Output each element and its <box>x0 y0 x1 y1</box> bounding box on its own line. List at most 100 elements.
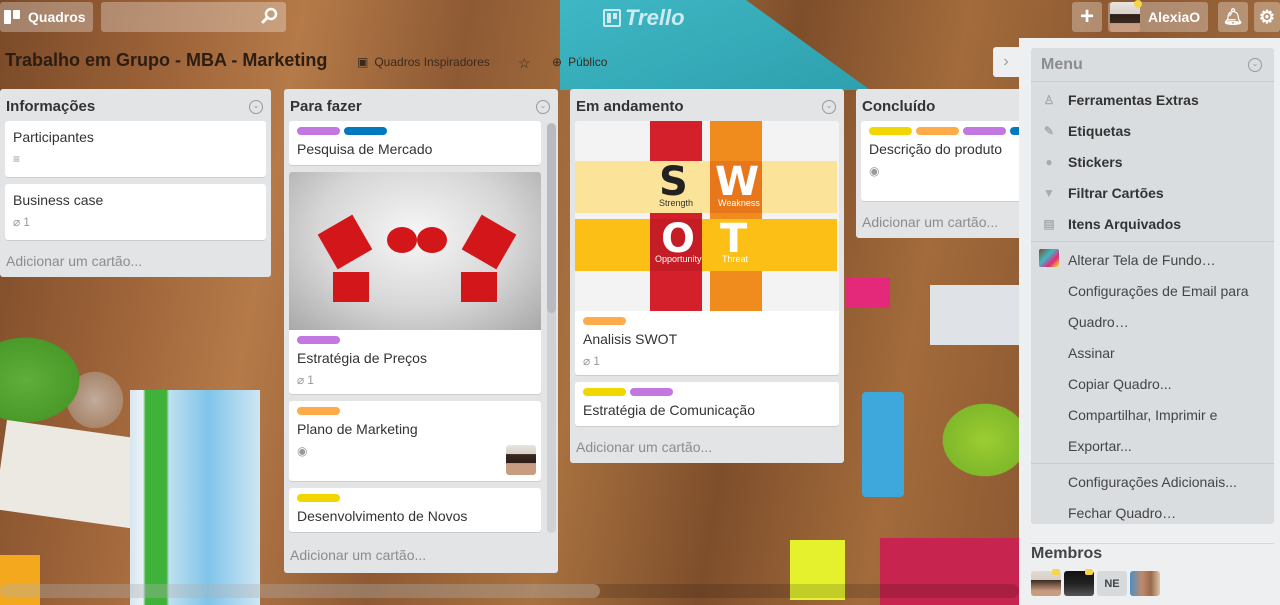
member-avatar[interactable] <box>1064 569 1094 596</box>
add-card-button[interactable]: Adicionar um cartão... <box>284 541 432 571</box>
member-avatar[interactable] <box>1130 571 1160 596</box>
add-card-button[interactable]: Adicionar um cartão... <box>856 208 1019 238</box>
list-scrollbar[interactable] <box>547 123 556 533</box>
attachment-icon: ⌀ <box>583 354 591 368</box>
add-card-button[interactable]: Adicionar um cartão... <box>570 433 844 463</box>
list-title[interactable]: Em andamento <box>576 98 684 115</box>
boards-button[interactable]: Quadros <box>0 2 93 32</box>
menu-item-label: Quadro… <box>1068 313 1129 330</box>
power-ups-icon: ♙ <box>1043 92 1055 107</box>
list-para-fazer: Para fazer ⌄ Pesquisa de Mercado Estraté… <box>284 89 558 573</box>
members-divider <box>1031 543 1274 544</box>
board-sidebar: Menu ⌄ ♙ Ferramentas Extras ✎ Etiquetas ● S… <box>1019 38 1280 605</box>
top-header: Quadros Trello + AlexiaO 🔔︎ ⚙ <box>0 0 1280 34</box>
menu-item-alterar-tela-de-fundo[interactable]: Alterar Tela de Fundo… <box>1031 244 1274 275</box>
add-button[interactable]: + <box>1072 2 1102 32</box>
user-menu-button[interactable]: AlexiaO <box>1108 0 1208 32</box>
menu-item-label: Assinar <box>1068 344 1115 361</box>
list-title[interactable]: Informações <box>6 98 95 115</box>
menu-item-copiar-quadro[interactable]: Copiar Quadro... <box>1031 368 1274 399</box>
card[interactable]: Business case ⌀ 1 <box>5 184 266 240</box>
menu-item-itens-arquivados[interactable]: ▤ Itens Arquivados <box>1031 208 1274 239</box>
label-purple <box>963 127 1006 135</box>
menu-item-label: Ferramentas Extras <box>1068 91 1199 108</box>
admin-crown-icon <box>1085 569 1093 575</box>
logo-text: Trello <box>625 5 685 30</box>
card[interactable]: Estratégia de Comunicação <box>575 382 839 426</box>
background-image <box>930 285 1020 345</box>
label-icon: ✎ <box>1043 123 1055 138</box>
visibility-button[interactable]: ⊕ Público <box>552 55 607 69</box>
list-menu-icon[interactable]: ⌄ <box>249 99 263 114</box>
label-purple <box>630 388 673 396</box>
menu-item-ferramentas-extras[interactable]: ♙ Ferramentas Extras <box>1031 84 1274 115</box>
scroll-thumb[interactable] <box>547 123 556 313</box>
menu-item-configuracoes-email-cont[interactable]: Quadro… <box>1031 306 1274 337</box>
menu-item-configuracoes-adicionais[interactable]: Configurações Adicionais... <box>1031 466 1274 497</box>
sidebar-toggle-button[interactable]: › <box>993 47 1019 77</box>
card-title: Plano de Marketing <box>297 421 418 437</box>
card-cover-image: S Strength W Weakness O Opportunity T Th… <box>575 121 839 311</box>
list-menu-icon[interactable]: ⌄ <box>822 99 836 114</box>
scroll-thumb[interactable] <box>0 584 600 598</box>
sticker-icon: ● <box>1045 154 1053 169</box>
add-card-button[interactable]: Adicionar um cartão... <box>0 247 271 277</box>
trello-logo[interactable]: Trello <box>603 5 685 31</box>
menu-item-label: Configurações Adicionais... <box>1068 473 1237 490</box>
menu-item-compartilhar[interactable]: Compartilhar, Imprimir e <box>1031 399 1274 430</box>
menu-item-stickers[interactable]: ● Stickers <box>1031 146 1274 177</box>
member-avatar[interactable]: NE <box>1097 571 1127 596</box>
label-yellow <box>297 494 340 502</box>
menu-item-configuracoes-email[interactable]: Configurações de Email para <box>1031 275 1274 306</box>
admin-crown-icon <box>1052 569 1060 575</box>
card[interactable]: Pesquisa de Mercado <box>289 121 541 165</box>
globe-icon: ⊕ <box>552 55 563 69</box>
filter-icon: ▼ <box>1043 185 1055 200</box>
board-horizontal-scrollbar[interactable] <box>0 584 1019 598</box>
background-thumbnail-icon <box>1039 249 1059 267</box>
menu-item-etiquetas[interactable]: ✎ Etiquetas <box>1031 115 1274 146</box>
list-title[interactable]: Para fazer <box>290 98 362 115</box>
menu-item-filtrar-cartoes[interactable]: ▼ Filtrar Cartões <box>1031 177 1274 208</box>
card[interactable]: Descrição do produto ◉ <box>861 121 1019 201</box>
username: AlexiaO <box>1148 9 1201 25</box>
menu-item-label: Exportar... <box>1068 437 1132 454</box>
members-title: Membros <box>1031 545 1103 562</box>
menu-item-label: Fechar Quadro… <box>1068 504 1177 521</box>
member-avatar[interactable] <box>1031 569 1061 596</box>
menu-item-label: Compartilhar, Imprimir e <box>1068 406 1218 423</box>
search-icon[interactable] <box>261 7 279 25</box>
archive-icon: ▤ <box>1043 216 1055 231</box>
attachment-icon: ⌀ <box>13 215 21 229</box>
card[interactable]: Plano de Marketing ◉ <box>289 401 541 481</box>
label-purple <box>297 336 340 344</box>
menu-collapse-icon[interactable]: ⌄ <box>1248 57 1262 72</box>
star-icon: ☆ <box>518 55 531 71</box>
list-title[interactable]: Concluído <box>862 98 935 115</box>
card[interactable]: Participantes ≡ <box>5 121 266 177</box>
members-list: NE <box>1031 569 1160 596</box>
list-concluido: Concluído Descrição do produto ◉ Adicion… <box>856 89 1019 238</box>
list-menu-icon[interactable]: ⌄ <box>536 99 550 114</box>
card-member-avatar[interactable] <box>506 445 536 475</box>
menu-item-compartilhar-cont[interactable]: Exportar... <box>1031 430 1274 461</box>
board-title[interactable]: Trabalho em Grupo - MBA - Marketing <box>5 50 327 71</box>
settings-button[interactable]: ⚙ <box>1254 2 1280 32</box>
watch-eye-icon: ◉ <box>297 444 308 458</box>
label-orange <box>297 407 340 415</box>
notifications-button[interactable]: 🔔︎ <box>1218 2 1248 32</box>
menu-divider <box>1031 463 1274 464</box>
card-title: Analisis SWOT <box>583 331 678 347</box>
card[interactable]: Desenvolvimento de Novos <box>289 488 541 532</box>
team-button[interactable]: ▣ Quadros Inspiradores <box>357 55 490 69</box>
search-input[interactable] <box>101 2 286 32</box>
card[interactable]: S Strength W Weakness O Opportunity T Th… <box>575 121 839 375</box>
menu-item-fechar-quadro[interactable]: Fechar Quadro… <box>1031 497 1274 528</box>
list-informacoes: Informações ⌄ Participantes ≡ Business c… <box>0 89 271 277</box>
menu-item-assinar[interactable]: Assinar <box>1031 337 1274 368</box>
gear-icon: ⚙ <box>1258 6 1276 27</box>
card-title: Desenvolvimento de Novos <box>297 508 468 524</box>
card[interactable]: Estratégia de Preços ⌀ 1 <box>289 172 541 394</box>
menu-item-label: Filtrar Cartões <box>1068 184 1164 201</box>
star-button[interactable]: ☆ <box>518 55 531 72</box>
